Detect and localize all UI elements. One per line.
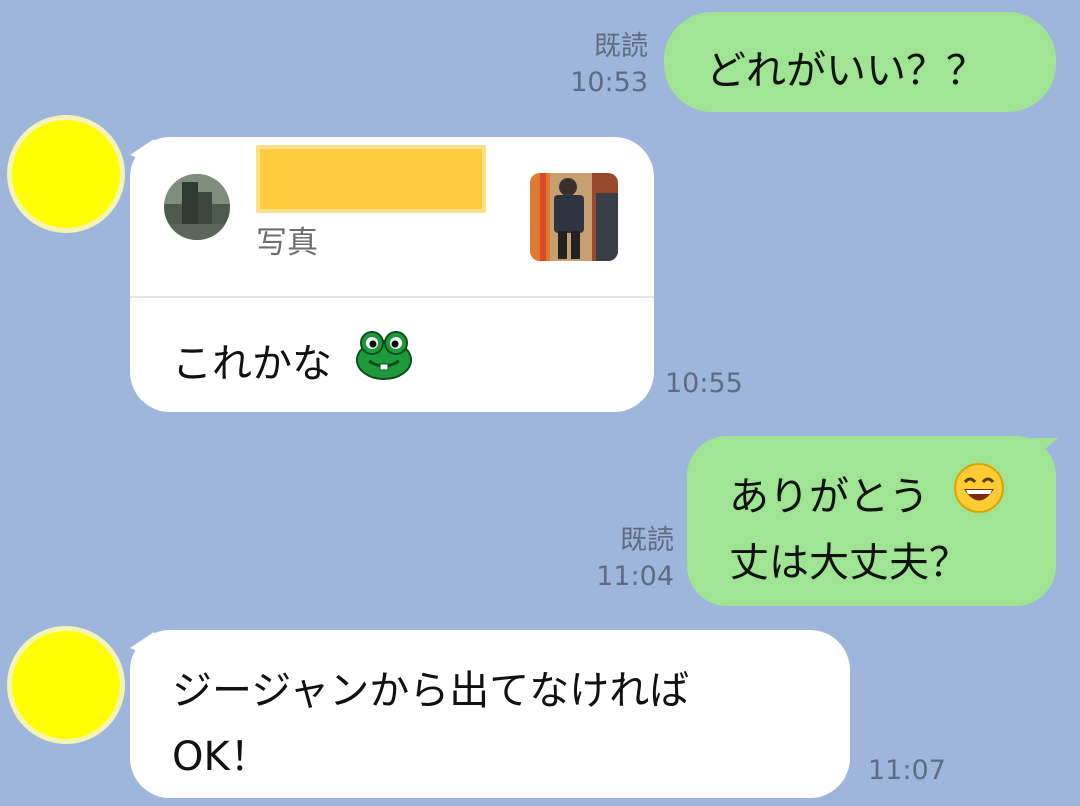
message-time: 11:04 — [596, 561, 674, 592]
incoming-message-bubble[interactable]: ジージャンから出てなければ OK！ — [130, 630, 850, 798]
frog-emoji-icon — [356, 331, 412, 380]
outgoing-message-bubble[interactable]: どれがいい？？ — [664, 12, 1056, 112]
message-text-line-1: ありがとう — [729, 474, 929, 520]
contact-avatar[interactable] — [7, 626, 125, 744]
message-text: これかな — [172, 341, 332, 387]
message-time: 10:53 — [570, 67, 648, 98]
read-receipt: 既読 — [594, 31, 648, 62]
message-time: 10:55 — [665, 368, 743, 399]
reply-author-avatar — [164, 174, 230, 240]
read-receipt: 既読 — [620, 525, 674, 556]
reply-photo-thumbnail — [530, 173, 618, 261]
outgoing-message-bubble[interactable]: ありがとう 丈は大丈夫？ — [687, 436, 1056, 606]
contact-avatar[interactable] — [7, 115, 125, 233]
message-text: どれがいい？？ — [706, 48, 986, 94]
incoming-message-bubble[interactable]: 写真 これかな — [130, 137, 654, 412]
reply-type-label: 写真 — [256, 225, 318, 261]
message-time: 11:07 — [868, 755, 946, 786]
divider — [130, 296, 654, 298]
redacted-sender-name — [256, 145, 486, 213]
grinning-face-emoji-icon — [954, 463, 1004, 513]
message-text-line-2: 丈は大丈夫？ — [729, 540, 969, 586]
reply-preview[interactable]: 写真 — [130, 137, 654, 297]
message-text-line-1: ジージャンから出てなければ — [172, 668, 690, 714]
message-text-line-2: OK！ — [172, 734, 270, 780]
